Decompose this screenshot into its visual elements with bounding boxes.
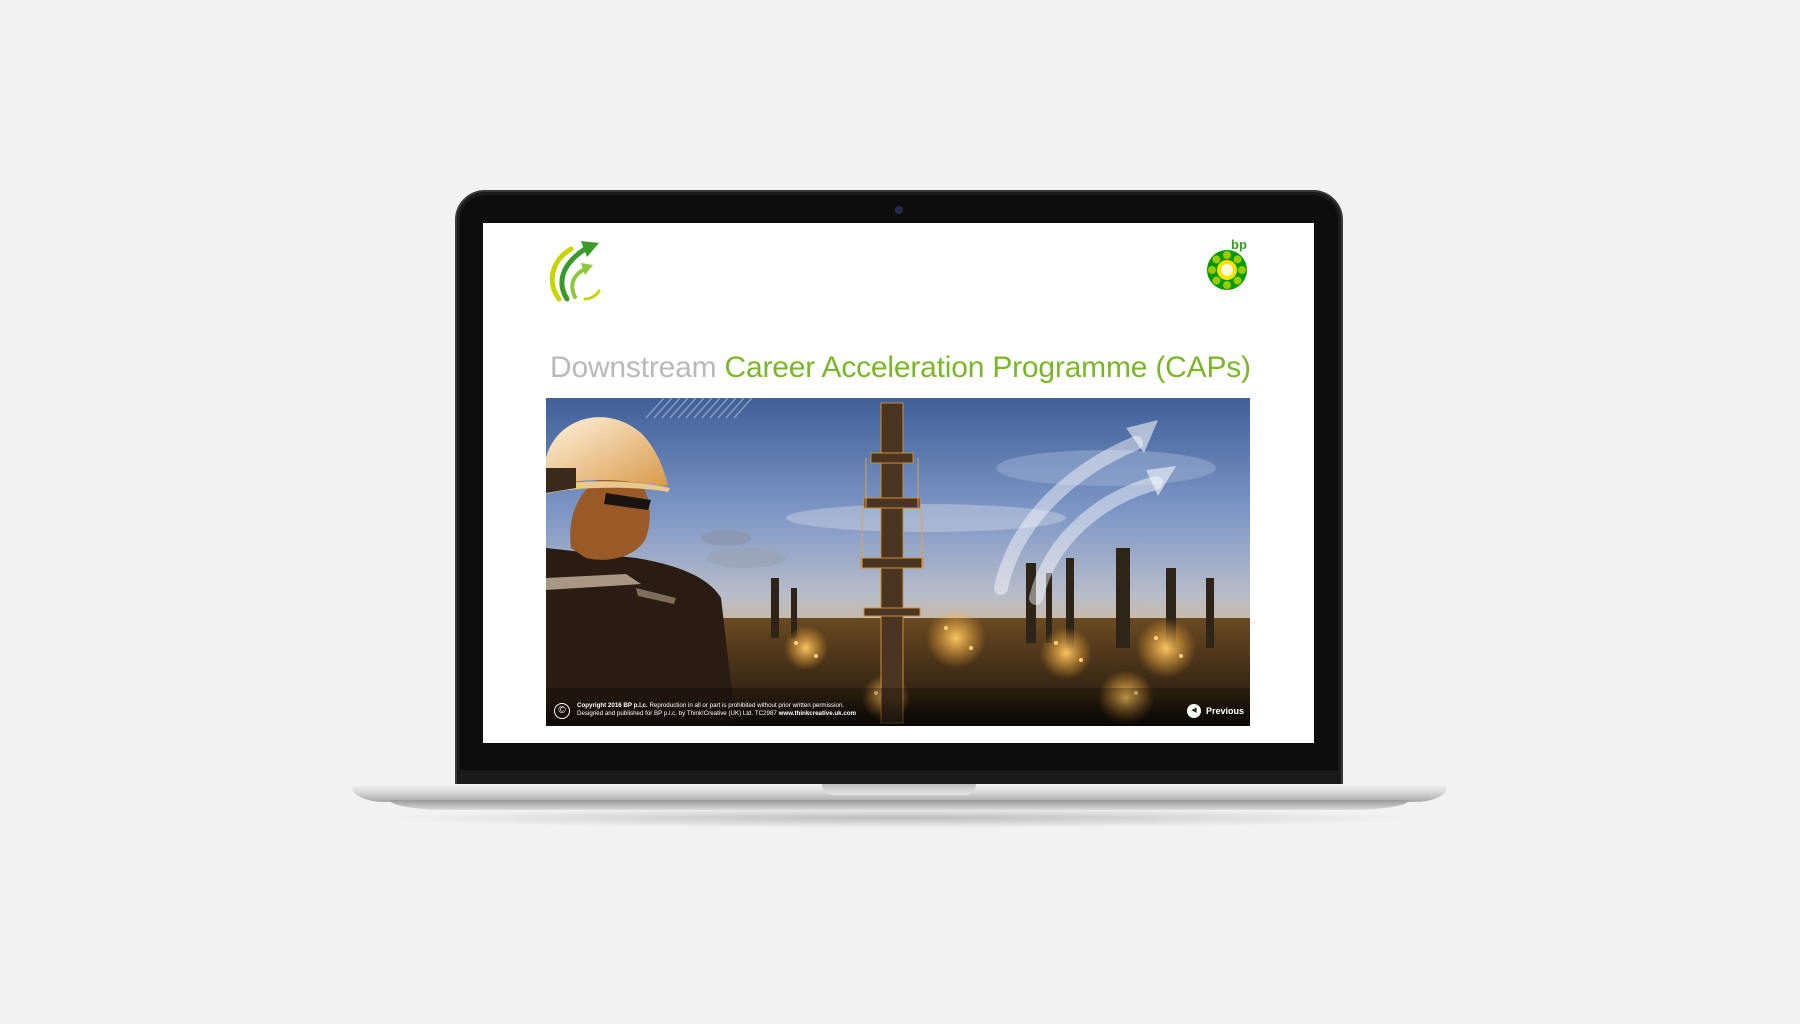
designed-by: Designed and published for BP p.l.c. by … [577,710,777,717]
laptop-notch [822,784,976,795]
copyright-bold: Copyright 2016 BP p.l.c. [577,702,648,709]
laptop-mockup: bp Downstream Career Acceleration Progra… [0,0,1800,1024]
laptop-shadow [380,808,1420,828]
laptop-bezel-bottom [457,770,1341,784]
left-arrow-circle-icon[interactable]: ◀ [1187,704,1201,718]
title-prefix: Downstream [550,351,717,384]
title-main: Career Acceleration Programme (CAPs) [724,351,1252,384]
previous-button[interactable]: ◀ Previous [1187,703,1244,719]
helios-sunflower-icon [1207,250,1247,290]
hero-image: © Copyright 2016 BP p.l.c. Reproduction … [546,398,1250,726]
rising-arrows-icon [549,241,601,302]
webcam [895,206,903,214]
copyright-notice: Copyright 2016 BP p.l.c. Reproduction in… [577,702,937,718]
refinery-photo [546,398,1250,726]
laptop-base-lip [390,800,1409,810]
website-link[interactable]: www.thinkcreative.uk.com [779,710,856,717]
copyright-rest: Reproduction in all or part is prohibite… [649,702,845,709]
copyright-icon: © [554,703,570,719]
previous-label[interactable]: Previous [1206,706,1244,716]
page-title: Downstream Career Acceleration Programme… [550,351,1290,385]
laptop-screen: bp Downstream Career Acceleration Progra… [483,223,1314,743]
